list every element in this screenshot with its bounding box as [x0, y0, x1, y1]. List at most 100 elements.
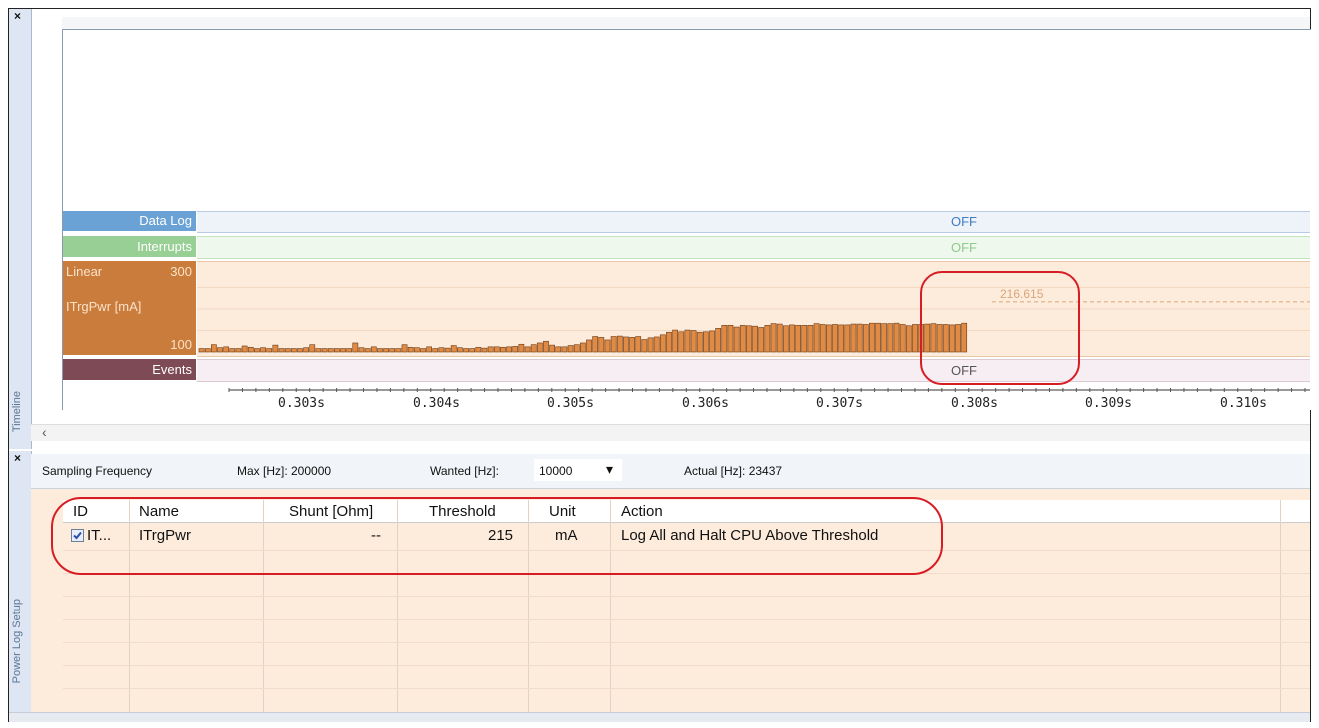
y-max-label: 300	[170, 264, 192, 279]
power-bar	[481, 347, 488, 353]
sampling-toolbar: Sampling Frequency Max [Hz]: 200000 Want…	[31, 454, 1310, 489]
power-bar	[413, 347, 420, 353]
power-bar	[709, 330, 715, 353]
time-axis-ticks	[228, 388, 1310, 392]
power-bar	[555, 346, 562, 353]
app-window: × Timeline Data Log OFF Interrupts OFF L…	[8, 8, 1311, 722]
power-bar	[303, 347, 310, 353]
power-bar	[377, 348, 383, 353]
power-bar	[690, 330, 697, 353]
power-bar	[549, 344, 555, 353]
interrupts-track: OFF	[197, 236, 1310, 259]
time-tick-label: 0.305s	[547, 396, 594, 411]
events-label[interactable]: Events	[63, 359, 196, 380]
power-bar	[383, 348, 389, 353]
time-tick-label: 0.308s	[951, 396, 998, 411]
power-bar	[875, 322, 881, 353]
power-log-sidebar: × Power Log Setup	[9, 451, 32, 713]
wanted-frequency-select[interactable]: 10000 ▾	[534, 459, 622, 481]
power-bar	[543, 340, 549, 353]
power-bar	[506, 346, 512, 353]
power-bar	[838, 324, 845, 353]
power-bar	[217, 347, 223, 353]
time-tick-label: 0.310s	[1220, 396, 1267, 411]
power-bar	[198, 348, 205, 353]
power-bar	[702, 331, 709, 353]
timeline-tab-label[interactable]: Timeline	[11, 391, 23, 432]
power-bar	[278, 348, 285, 353]
power-bar	[912, 324, 918, 353]
power-bar	[893, 322, 900, 353]
power-bar	[647, 337, 654, 353]
power-bar	[463, 348, 469, 353]
power-bar	[616, 335, 623, 353]
power-log-tab-label[interactable]: Power Log Setup	[11, 599, 23, 683]
power-bar	[856, 323, 863, 353]
channel-label: ITrgPwr [mA]	[66, 299, 142, 314]
power-bar	[629, 337, 635, 353]
chevron-down-icon[interactable]: ▾	[606, 461, 613, 478]
power-bar	[487, 346, 494, 353]
timeline-header-strip	[62, 17, 1310, 29]
row-separator	[63, 665, 1310, 666]
power-bar	[493, 346, 500, 353]
power-bar	[635, 336, 642, 353]
power-bar	[536, 342, 543, 353]
interrupts-label[interactable]: Interrupts	[63, 236, 196, 257]
power-log-close-icon[interactable]: ×	[14, 451, 21, 465]
time-tick-label: 0.306s	[682, 396, 729, 411]
power-graph-label-panel[interactable]: Linear 300 ITrgPwr [mA] 100	[63, 261, 196, 355]
power-bar	[438, 347, 445, 353]
power-bar	[518, 343, 525, 353]
power-bar	[512, 346, 519, 353]
power-bar	[364, 348, 371, 353]
row-separator	[63, 688, 1310, 689]
power-bar	[241, 345, 248, 353]
power-bar	[721, 325, 728, 353]
power-bar	[727, 325, 734, 353]
power-bar	[598, 337, 605, 353]
power-bar	[272, 344, 279, 353]
power-bar	[266, 348, 273, 353]
annotation-highlight-threshold	[920, 271, 1080, 385]
timeline-close-icon[interactable]: ×	[14, 9, 21, 23]
power-bar	[401, 344, 408, 353]
power-bar	[684, 329, 691, 353]
power-bar	[869, 322, 875, 353]
power-log-setup-panel: Sampling Frequency Max [Hz]: 200000 Want…	[31, 454, 1310, 712]
power-bar	[456, 347, 463, 353]
power-bar	[850, 323, 857, 353]
power-bar	[573, 344, 580, 353]
power-bar	[475, 346, 482, 353]
power-bar	[623, 336, 629, 353]
time-tick-label: 0.304s	[413, 396, 460, 411]
power-bar	[752, 325, 758, 353]
data-log-label[interactable]: Data Log	[63, 211, 196, 231]
events-track: OFF	[197, 359, 1310, 382]
power-bar	[370, 346, 377, 353]
power-graph-track: 216.615	[197, 261, 1310, 357]
power-bar	[610, 336, 617, 353]
power-bar	[432, 348, 439, 353]
power-bar	[905, 325, 912, 353]
power-bar	[450, 345, 457, 353]
power-bar	[290, 348, 297, 353]
power-bar	[739, 325, 746, 353]
power-bar	[770, 323, 777, 353]
timeline-horizontal-scrollbar[interactable]: ‹	[31, 424, 1310, 441]
power-bar	[733, 326, 740, 353]
power-bar	[832, 324, 838, 353]
power-bar	[334, 348, 340, 353]
power-bar	[678, 331, 685, 353]
power-bar	[567, 345, 574, 353]
power-bar	[235, 348, 242, 353]
power-bar	[500, 346, 506, 353]
power-bar	[297, 348, 303, 353]
scale-mode-label: Linear	[66, 264, 103, 279]
row-separator	[63, 596, 1310, 597]
status-bar	[9, 712, 1310, 722]
scroll-left-icon[interactable]: ‹	[42, 424, 47, 440]
power-bar	[666, 331, 672, 353]
power-bar	[579, 342, 586, 353]
power-bar	[340, 348, 346, 353]
